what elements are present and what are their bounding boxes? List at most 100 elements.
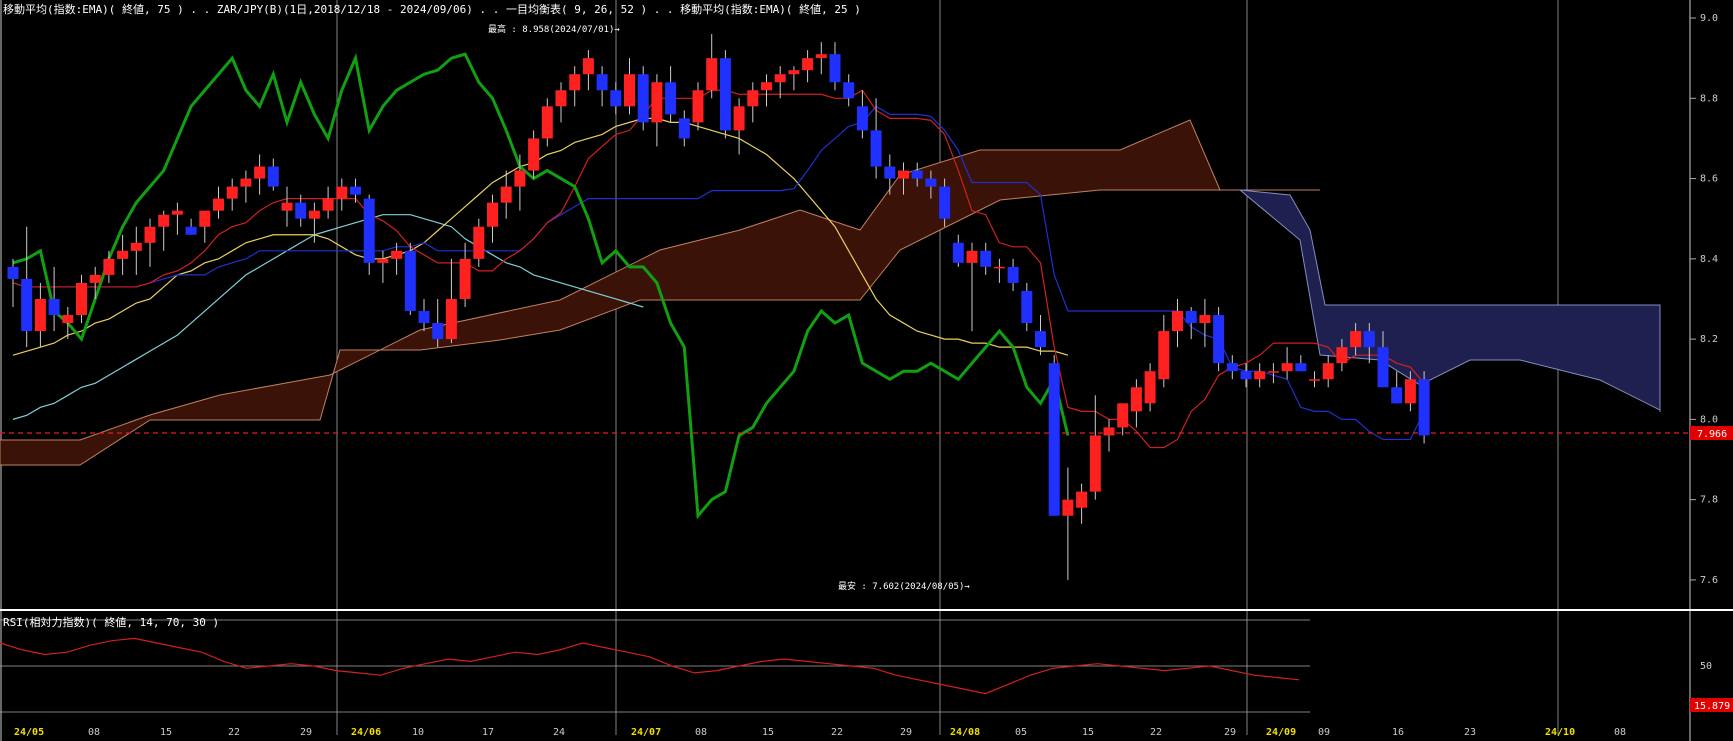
x-tick-label: 24/10: [1545, 727, 1575, 738]
candle-body: [62, 315, 74, 324]
candle-body: [541, 106, 553, 139]
candle-body: [1418, 379, 1430, 436]
x-tick-label: 05: [1015, 727, 1027, 738]
candle-body: [939, 186, 951, 219]
price-tick-label: 8.6: [1700, 174, 1718, 185]
price-tick-label: 8.2: [1700, 334, 1718, 345]
candle-body: [651, 82, 663, 123]
candle-body: [1226, 363, 1238, 372]
candle-body: [514, 170, 526, 187]
candle-body: [761, 82, 772, 91]
candle-body: [7, 266, 19, 279]
candle-body: [678, 118, 690, 139]
price-tick-label: 7.6: [1700, 575, 1718, 586]
candle-body: [117, 250, 129, 259]
candle-body: [610, 90, 622, 107]
candle-body: [473, 226, 485, 259]
candle-body: [925, 178, 937, 187]
rsi-header: RSI(相対力指数)( 終値, 14, 70, 30 ): [3, 616, 220, 629]
x-tick-label: 29: [1224, 727, 1236, 738]
rsi-tick-label: 50: [1700, 661, 1712, 672]
candle-body: [1117, 403, 1129, 428]
candle-body: [308, 210, 320, 219]
candle-body: [89, 274, 101, 283]
chart-window: 50 15.879 9.0 8.8 8.6 8.4 8.2 8.0 7.8 7.6 7.966 24…: [0, 0, 1733, 741]
candle-body: [1021, 290, 1033, 324]
candle-body: [555, 90, 567, 107]
x-tick-label: 10: [412, 727, 424, 738]
candle-body: [815, 54, 827, 59]
candle-body: [774, 74, 786, 83]
candle-body: [103, 258, 115, 275]
high-annotation: 最高 : 8.958(2024/07/01)→: [488, 25, 620, 35]
candle-body: [144, 226, 156, 243]
x-tick-label: 09: [1318, 727, 1330, 738]
candle-body: [596, 74, 608, 91]
candle-body: [706, 58, 718, 91]
price-tick-label: 7.8: [1700, 495, 1718, 506]
candle-body: [487, 202, 498, 227]
candle-body: [1363, 331, 1375, 348]
x-tick-label: 08: [695, 727, 707, 738]
candle-body: [459, 258, 471, 299]
candle-body: [158, 214, 170, 227]
candle-body: [363, 198, 375, 263]
candle-body: [267, 166, 279, 187]
chart-header: 移動平均(指数:EMA)( 終値, 75 ) . . ZAR/JPY(B)(1日…: [3, 3, 861, 16]
x-tick-label: 24: [553, 727, 565, 738]
rsi-last-label: 15.879: [1694, 701, 1730, 712]
candle-body: [281, 202, 293, 211]
candle-body: [624, 74, 635, 107]
candle-body: [1213, 315, 1225, 364]
x-tick-label: 29: [900, 727, 912, 738]
candle-body: [788, 70, 800, 75]
candle-body: [76, 282, 87, 316]
candle-body: [213, 198, 224, 211]
candle-body: [295, 202, 307, 219]
candle-body: [966, 250, 978, 263]
x-tick-label: 24/09: [1266, 727, 1296, 738]
x-tick-label: 24/08: [950, 727, 980, 738]
candle-body: [843, 82, 855, 99]
candle-body: [432, 323, 444, 340]
candle-body: [377, 258, 389, 263]
candle-body: [199, 210, 211, 227]
candle-body: [171, 210, 183, 215]
candle-body: [1199, 315, 1211, 324]
candle-body: [130, 242, 142, 251]
candle-body: [733, 106, 745, 131]
candle-body: [993, 266, 1005, 269]
price-tick-label: 8.0: [1700, 414, 1718, 425]
last-price-label: 7.966: [1697, 429, 1727, 440]
candle-body: [391, 250, 403, 259]
x-tick-label: 15: [1082, 727, 1094, 738]
candle-body: [1336, 347, 1348, 364]
candle-body: [185, 226, 197, 235]
price-tick-label: 8.4: [1700, 254, 1718, 265]
x-tick-label: 29: [300, 727, 312, 738]
candle-body: [500, 186, 512, 203]
candle-body: [34, 298, 46, 332]
candle-body: [226, 186, 238, 199]
x-tick-label: 08: [88, 727, 100, 738]
candle-body: [1240, 371, 1252, 380]
candle-body: [856, 106, 868, 131]
candle-body: [829, 54, 841, 83]
candle-body: [21, 278, 33, 332]
x-tick-label: 16: [1392, 727, 1404, 738]
candle-body: [1130, 387, 1142, 412]
candle-body: [802, 58, 814, 71]
candle-body: [1391, 387, 1403, 404]
candle-body: [1377, 347, 1389, 388]
x-tick-label: 24/07: [631, 727, 661, 738]
chart-canvas[interactable]: 50 15.879 9.0 8.8 8.6 8.4 8.2 8.0 7.8 7.6 7.966 24…: [0, 0, 1733, 741]
low-annotation: 最安 : 7.602(2024/08/05)→: [838, 582, 970, 592]
candle-body: [1144, 371, 1156, 404]
x-tick-label: 23: [1464, 727, 1476, 738]
x-tick-label: 22: [228, 727, 240, 738]
candle-body: [637, 74, 649, 123]
x-tick-label: 22: [831, 727, 843, 738]
candle-body: [665, 82, 677, 115]
candle-body: [692, 90, 704, 123]
candle-body: [1158, 331, 1170, 380]
